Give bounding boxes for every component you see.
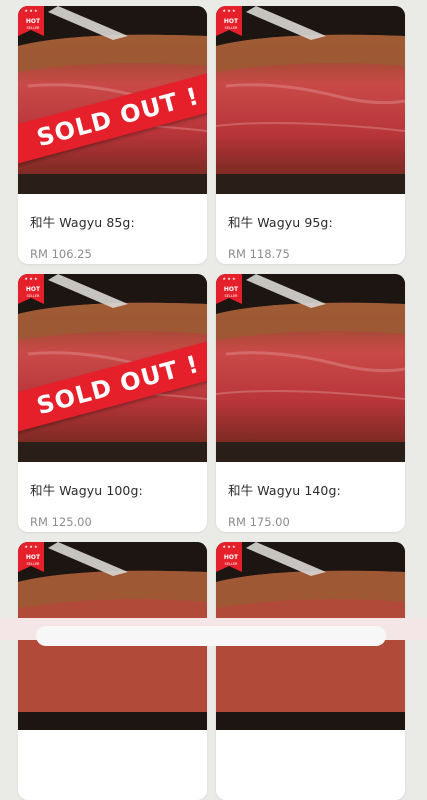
product-card[interactable]: ★ ★ ★ HOT SELLER 和牛 Wagyu 95g: RM 118.75: [216, 6, 405, 264]
bottom-cart-bar[interactable]: [36, 626, 386, 646]
product-image: SOLD OUT ! ★ ★ ★ HOT SELLER: [18, 274, 207, 462]
svg-text:★ ★ ★: ★ ★ ★: [24, 276, 38, 281]
hot-badge-sublabel: SELLER: [224, 562, 238, 566]
wagyu-photo: [216, 6, 405, 194]
hot-badge-label: HOT: [223, 18, 239, 25]
hot-badge-label: HOT: [25, 18, 41, 25]
product-image: ★ ★ ★ HOT SELLER: [216, 6, 405, 194]
product-card[interactable]: ★ ★ ★ HOT SELLER: [216, 542, 405, 800]
hot-badge-label: HOT: [25, 554, 41, 561]
svg-text:★ ★ ★: ★ ★ ★: [222, 276, 236, 281]
product-name: 和牛 Wagyu 95g:: [228, 215, 333, 230]
product-name: 和牛 Wagyu 140g:: [228, 483, 341, 498]
hot-badge-sublabel: SELLER: [224, 294, 238, 298]
hot-badge-label: HOT: [25, 286, 41, 293]
hot-badge-label: HOT: [223, 554, 239, 561]
product-name: 和牛 Wagyu 85g:: [30, 215, 135, 230]
product-card[interactable]: SOLD OUT ! ★ ★ ★ HOT SELLER 和牛 Wagyu 100…: [18, 274, 207, 532]
hot-badge-sublabel: SELLER: [26, 562, 40, 566]
hot-badge-sublabel: SELLER: [224, 26, 238, 30]
svg-text:★ ★ ★: ★ ★ ★: [222, 544, 236, 549]
product-price: RM 125.00: [30, 515, 92, 529]
product-image: ★ ★ ★ HOT SELLER: [216, 274, 405, 462]
wagyu-photo: [216, 274, 405, 462]
svg-text:★ ★ ★: ★ ★ ★: [24, 8, 38, 13]
product-image: SOLD OUT ! ★ ★ ★ HOT SELLER: [18, 6, 207, 194]
svg-text:★ ★ ★: ★ ★ ★: [24, 544, 38, 549]
hot-badge-sublabel: SELLER: [26, 26, 40, 30]
product-card[interactable]: SOLD OUT ! ★ ★ ★ HOT SELLER 和牛 Wagyu 85g…: [18, 6, 207, 264]
product-price: RM 118.75: [228, 247, 290, 261]
product-name: 和牛 Wagyu 100g:: [30, 483, 143, 498]
product-price: RM 175.00: [228, 515, 290, 529]
product-price: RM 106.25: [30, 247, 92, 261]
svg-text:★ ★ ★: ★ ★ ★: [222, 8, 236, 13]
product-grid: SOLD OUT ! ★ ★ ★ HOT SELLER 和牛 Wagyu 85g…: [0, 0, 427, 800]
product-card[interactable]: ★ ★ ★ HOT SELLER 和牛 Wagyu 140g: RM 175.0…: [216, 274, 405, 532]
hot-badge-sublabel: SELLER: [26, 294, 40, 298]
product-card[interactable]: ★ ★ ★ HOT SELLER: [18, 542, 207, 800]
hot-badge-label: HOT: [223, 286, 239, 293]
